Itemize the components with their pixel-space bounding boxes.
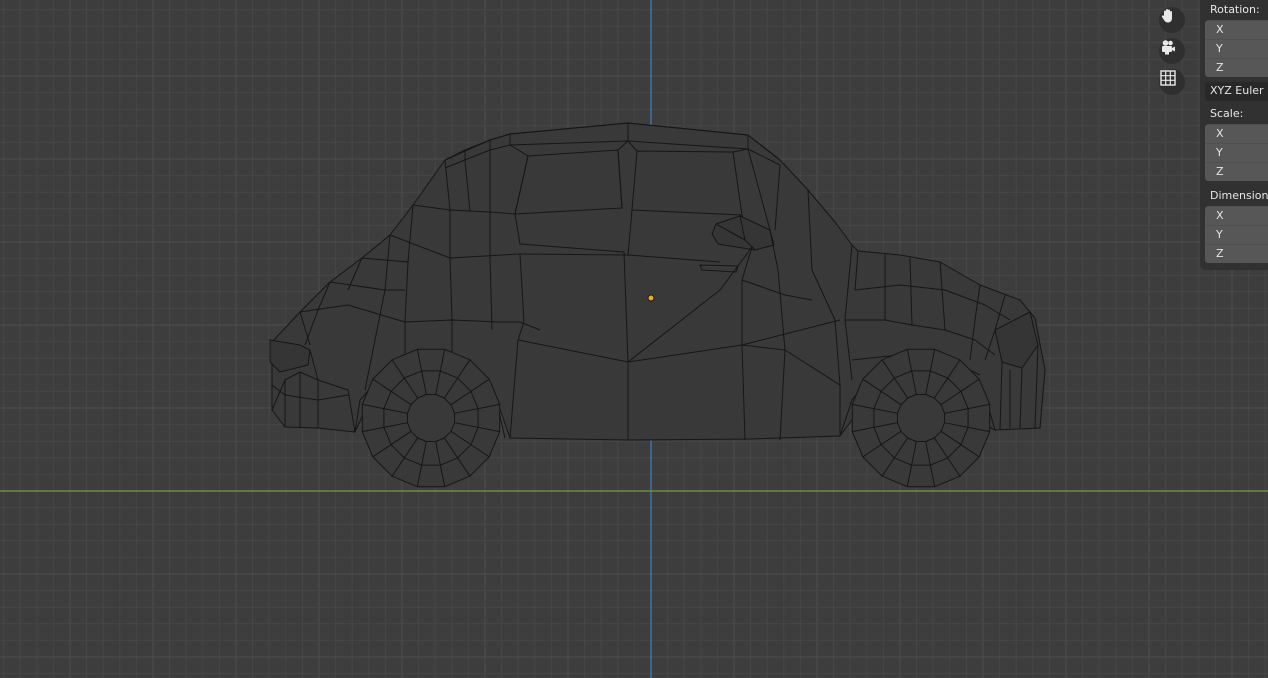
dimensions-y-field[interactable]: Y xyxy=(1205,225,1268,244)
viewport-canvas[interactable] xyxy=(0,0,1268,678)
scale-x-field[interactable]: X xyxy=(1205,124,1268,143)
scale-z-label: Z xyxy=(1216,165,1224,178)
hand-icon xyxy=(1161,9,1172,23)
dimensions-z-field[interactable]: Z xyxy=(1205,244,1268,263)
rotation-mode-label: XYZ Euler xyxy=(1210,84,1264,97)
scale-label: Scale: xyxy=(1210,107,1244,120)
toggle-ortho-button[interactable] xyxy=(1159,69,1185,95)
scale-y-field[interactable]: Y xyxy=(1205,143,1268,162)
dimensions-x-field[interactable]: X xyxy=(1205,206,1268,225)
origin-point xyxy=(647,294,655,302)
rotation-y-field[interactable]: Y xyxy=(1205,39,1268,58)
scale-z-field[interactable]: Z xyxy=(1205,162,1268,181)
rotation-mode-dropdown[interactable]: XYZ Euler xyxy=(1205,82,1268,101)
camera-icon xyxy=(1162,40,1175,55)
scale-y-label: Y xyxy=(1216,146,1223,159)
rear-wheel xyxy=(851,348,991,488)
dimensions-z-label: Z xyxy=(1216,247,1224,260)
dimensions-y-label: Y xyxy=(1216,228,1223,241)
car-wireframe-mesh xyxy=(269,122,1046,488)
rotation-label: Rotation: xyxy=(1210,3,1260,16)
dimensions-x-label: X xyxy=(1216,209,1224,222)
rotation-x-field[interactable]: X xyxy=(1205,20,1268,39)
3d-viewport[interactable] xyxy=(0,0,1268,678)
front-wheel xyxy=(361,348,501,488)
rotation-z-field[interactable]: Z xyxy=(1205,58,1268,77)
rotation-z-label: Z xyxy=(1216,61,1224,74)
camera-view-button[interactable] xyxy=(1159,38,1185,64)
pan-view-button[interactable] xyxy=(1159,7,1185,33)
rotation-x-label: X xyxy=(1216,23,1224,36)
dimensions-label: Dimensions xyxy=(1210,189,1268,202)
transform-properties-panel: Rotation: X Y Z XYZ Euler Scale: X Y Z D… xyxy=(1200,0,1268,270)
grid-icon xyxy=(1160,70,1176,86)
scale-x-label: X xyxy=(1216,127,1224,140)
rotation-y-label: Y xyxy=(1216,42,1223,55)
